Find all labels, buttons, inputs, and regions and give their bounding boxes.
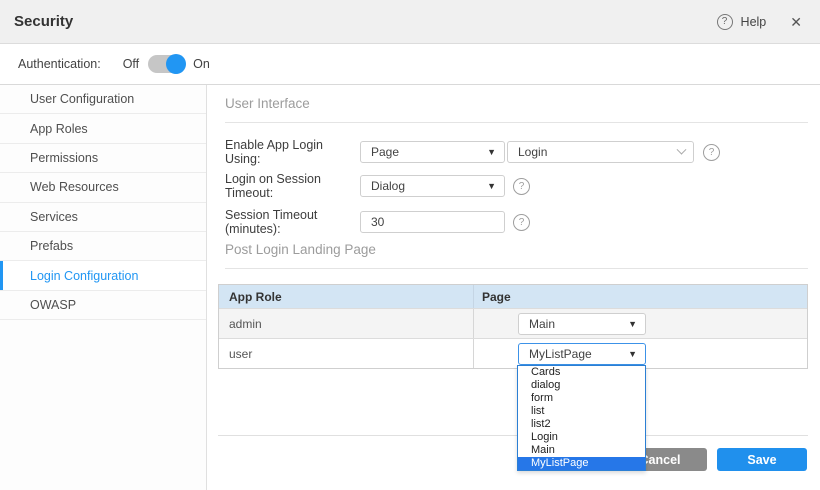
toggle-knob [166, 54, 186, 74]
help-icon[interactable]: ? [717, 14, 733, 30]
session-timeout-minutes-help-icon[interactable]: ? [513, 214, 530, 231]
close-icon[interactable]: ✕ [790, 14, 802, 31]
section-title-post-login: Post Login Landing Page [225, 242, 376, 257]
login-configuration-panel: User Interface Enable App Login Using: P… [207, 85, 820, 490]
toggle-off-label: Off [123, 57, 139, 71]
authentication-label: Authentication: [18, 57, 101, 71]
caret-down-icon: ▼ [628, 319, 637, 329]
save-button[interactable]: Save [717, 448, 807, 471]
divider [225, 268, 808, 269]
session-timeout-type-value: Dialog [371, 179, 481, 193]
form-row-enable-app-login: Enable App Login Using: Page ▼ Login ? [225, 141, 720, 163]
form-row-session-timeout-type: Login on Session Timeout: Dialog ▼ ? [225, 175, 530, 197]
app-role-cell: admin [219, 309, 473, 338]
table-row-user: user MyListPage ▼ [219, 338, 807, 368]
sidebar: User Configuration App Roles Permissions… [0, 85, 207, 490]
table-header-row: App Role Page [219, 285, 807, 308]
caret-down-icon: ▼ [487, 181, 496, 191]
session-timeout-type-help-icon[interactable]: ? [513, 178, 530, 195]
dropdown-option-form[interactable]: form [518, 392, 645, 405]
admin-page-select[interactable]: Main ▼ [518, 313, 646, 335]
login-type-select[interactable]: Page ▼ [360, 141, 505, 163]
dropdown-option-list[interactable]: list [518, 405, 645, 418]
session-timeout-type-select[interactable]: Dialog ▼ [360, 175, 505, 197]
user-page-select[interactable]: MyListPage ▼ [518, 343, 646, 365]
toggle-on-label: On [193, 57, 210, 71]
dropdown-option-list2[interactable]: list2 [518, 418, 645, 431]
table-header-app-role: App Role [219, 285, 473, 308]
form-row-session-timeout-minutes: Session Timeout (minutes): ? [225, 211, 530, 233]
login-type-value: Page [371, 145, 481, 159]
caret-down-icon: ▼ [628, 349, 637, 359]
sidebar-item-permissions[interactable]: Permissions [0, 144, 206, 173]
user-page-value: MyListPage [529, 347, 622, 361]
authentication-toggle[interactable] [148, 55, 184, 73]
help-link[interactable]: Help [741, 15, 767, 29]
login-page-value: Login [518, 145, 672, 159]
dropdown-option-cards[interactable]: Cards [518, 366, 645, 379]
divider [225, 122, 808, 123]
post-login-landing-table: App Role Page admin Main ▼ user MyListPa… [218, 284, 808, 369]
login-on-session-timeout-label: Login on Session Timeout: [225, 172, 360, 200]
dropdown-option-dialog[interactable]: dialog [518, 379, 645, 392]
page-cell: MyListPage ▼ [473, 339, 807, 368]
admin-page-value: Main [529, 317, 622, 331]
page-select-dropdown-list: Cards dialog form list list2 Login Main … [517, 365, 646, 471]
section-title-user-interface: User Interface [225, 96, 310, 111]
sidebar-item-app-roles[interactable]: App Roles [0, 114, 206, 143]
session-timeout-minutes-label: Session Timeout (minutes): [225, 208, 360, 236]
dropdown-option-main[interactable]: Main [518, 444, 645, 457]
sidebar-item-owasp[interactable]: OWASP [0, 291, 206, 320]
caret-down-icon: ▼ [487, 147, 496, 157]
authentication-bar: Authentication: Off On [0, 44, 820, 85]
dropdown-option-login[interactable]: Login [518, 431, 645, 444]
page-cell: Main ▼ [473, 309, 807, 338]
app-role-cell: user [219, 339, 473, 368]
sidebar-item-services[interactable]: Services [0, 203, 206, 232]
enable-app-login-help-icon[interactable]: ? [703, 144, 720, 161]
security-settings-page: Security ? Help ✕ Authentication: Off On… [0, 0, 820, 490]
dropdown-option-mylistpage[interactable]: MyListPage [518, 457, 645, 470]
table-header-page: Page [473, 285, 807, 308]
table-row-admin: admin Main ▼ [219, 308, 807, 338]
enable-app-login-label: Enable App Login Using: [225, 138, 360, 166]
footer-divider [218, 435, 808, 436]
sidebar-item-prefabs[interactable]: Prefabs [0, 232, 206, 261]
page-title: Security [14, 13, 73, 30]
session-timeout-minutes-input[interactable] [360, 211, 505, 233]
sidebar-item-user-configuration[interactable]: User Configuration [0, 85, 206, 114]
sidebar-item-web-resources[interactable]: Web Resources [0, 173, 206, 202]
header-bar: Security ? Help ✕ [0, 0, 820, 44]
chevron-down-icon [677, 144, 687, 154]
header-actions: ? Help ✕ [717, 0, 802, 44]
sidebar-item-login-configuration[interactable]: Login Configuration [0, 261, 206, 290]
login-page-select[interactable]: Login [507, 141, 694, 163]
